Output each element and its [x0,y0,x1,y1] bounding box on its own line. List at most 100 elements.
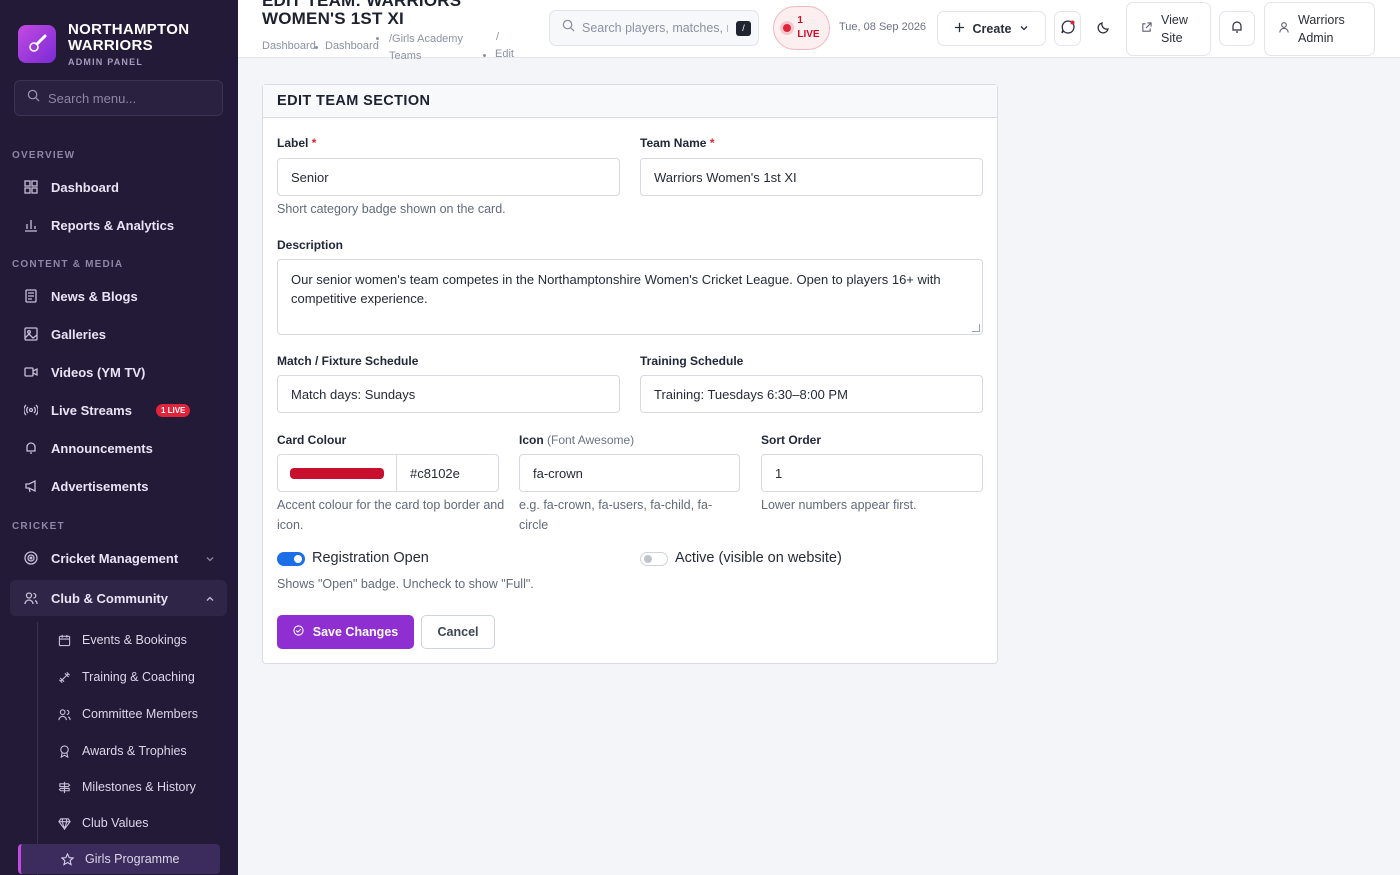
cancel-button[interactable]: Cancel [421,615,495,649]
view-site-button[interactable]: View Site [1126,2,1211,56]
section-label-content: CONTENT & MEDIA [12,259,124,270]
chat-icon [1060,19,1076,38]
save-changes-button[interactable]: Save Changes [277,615,414,649]
live-dot-icon [783,24,792,32]
breadcrumb-slash: / [496,31,500,43]
chat-button[interactable] [1054,11,1081,46]
sidebar-search-placeholder: Search menu... [48,90,137,106]
user-icon [1279,22,1289,36]
live-indicator-button[interactable]: 1 LIVE [773,6,830,50]
view-site-label: View Site [1161,13,1188,45]
award-icon [57,744,71,758]
sidebar-subitem-committee[interactable]: Committee Members [48,699,220,729]
global-search-input[interactable]: Search players, matches, r / [549,10,759,46]
search-icon [27,89,40,107]
broadcast-icon [24,403,38,417]
bell-icon [24,441,38,455]
icon-field-label: Icon (Font Awesome) [519,433,634,447]
dark-mode-toggle[interactable] [1090,11,1117,46]
sidebar-item-club-community[interactable]: Club & Community [10,580,227,616]
keyboard-shortcut-hint: / [736,20,751,36]
sidebar-item-live-streams[interactable]: Live Streams 1 LIVE [10,392,227,428]
sort-order-field-label: Sort Order [761,433,822,447]
icon-label-note: (Font Awesome) [547,433,635,447]
description-text: Our senior women's team competes in the … [291,272,941,306]
card-colour-picker[interactable] [277,454,397,492]
required-marker: * [311,136,317,150]
training-schedule-input[interactable]: Training: Tuesdays 6:30–8:00 PM [640,375,983,413]
notifications-button[interactable] [1219,11,1255,46]
breadcrumb-dashboard-2[interactable]: Dashboard [325,40,379,52]
sidebar-item-galleries[interactable]: Galleries [10,316,227,352]
sidebar-item-label: Cricket Management [51,550,179,566]
label-input[interactable]: Senior [277,158,620,196]
create-label: Create [972,21,1012,36]
global-search-placeholder: Search players, matches, r [582,21,728,35]
registration-help: Shows "Open" badge. Uncheck to show "Ful… [277,577,534,591]
bell-icon [1230,20,1244,37]
icon-help: e.g. fa-crown, fa-users, fa-child, fa-ci… [519,498,713,532]
page-title: EDIT TEAM: WARRIORS WOMEN'S 1ST XI [262,0,462,28]
card-colour-hex-input[interactable]: #c8102e [396,454,499,492]
team-name-field-label: Team Name * [640,136,715,150]
sidebar-item-reports[interactable]: Reports & Analytics [10,207,227,243]
label-text: Label [277,136,309,150]
sidebar-subitem-girls-programme[interactable]: Girls Programme [18,844,220,874]
sidebar-item-label: News & Blogs [51,288,138,304]
chevron-down-icon [1019,22,1029,36]
live-label: LIVE [797,29,820,40]
section-label-overview: OVERVIEW [12,150,76,161]
top-header: EDIT TEAM: WARRIORS WOMEN'S 1ST XI Dashb… [238,0,1400,62]
target-icon [24,551,38,565]
sidebar-subitem-label: Girls Programme [85,852,180,866]
sidebar-item-label: Videos (YM TV) [51,364,146,380]
sidebar-subitem-label: Milestones & History [82,780,196,794]
breadcrumb-dashboard[interactable]: Dashboard [262,40,316,52]
sidebar-item-cricket-management[interactable]: Cricket Management [10,540,227,576]
sidebar-item-advertisements[interactable]: Advertisements [10,468,227,504]
check-circle-icon [293,625,304,639]
breadcrumb-girls-academy-teams[interactable]: /Girls Academy Teams [389,31,485,65]
submenu-rail [37,622,38,875]
registration-open-label[interactable]: Registration Open [312,550,429,566]
live-count: 1 [797,15,803,26]
match-schedule-input[interactable]: Match days: Sundays [277,375,620,413]
plus-icon [954,22,965,36]
active-toggle[interactable] [640,552,668,566]
sidebar-item-news[interactable]: News & Blogs [10,278,227,314]
save-label: Save Changes [312,625,399,639]
breadcrumb-separator [376,37,379,40]
dumbbell-icon [57,670,71,684]
sidebar-subitem-values[interactable]: Club Values [48,808,220,838]
training-schedule-field-label: Training Schedule [640,354,744,368]
current-date: Tue, 08 Sep 2026 [839,21,927,33]
sidebar-item-videos[interactable]: Videos (YM TV) [10,354,227,390]
team-name-input[interactable]: Warriors Women's 1st XI [640,158,983,196]
sidebar-item-label: Dashboard [51,179,119,195]
brand-subtitle: ADMIN PANEL [68,56,144,67]
live-badge: 1 LIVE [155,403,191,417]
sidebar-subitem-events[interactable]: Events & Bookings [48,625,220,655]
sidebar-item-announcements[interactable]: Announcements [10,430,227,466]
sidebar-subitem-milestones[interactable]: Milestones & History [48,772,220,802]
active-label[interactable]: Active (visible on website) [675,550,842,566]
create-button[interactable]: Create [937,11,1046,46]
brand[interactable]: NORTHAMPTON WARRIORS ADMIN PANEL [0,0,238,72]
card-heading: EDIT TEAM SECTION [263,85,997,118]
sort-order-input[interactable]: 1 [761,454,983,492]
search-icon [562,19,575,37]
user-menu-button[interactable]: Warriors Admin [1264,2,1375,56]
dashboard-icon [24,180,38,194]
resize-handle[interactable] [972,324,980,332]
description-textarea[interactable]: Our senior women's team competes in the … [277,259,983,335]
registration-open-toggle[interactable] [277,552,305,566]
sidebar-subitem-training[interactable]: Training & Coaching [48,662,220,692]
external-link-icon [1141,22,1152,36]
sidebar-item-dashboard[interactable]: Dashboard [10,169,227,205]
gem-icon [57,816,71,830]
required-marker: * [709,136,715,150]
sidebar-search-input[interactable]: Search menu... [14,80,223,116]
section-label-cricket: CRICKET [12,521,65,532]
sidebar-subitem-awards[interactable]: Awards & Trophies [48,736,220,766]
icon-input[interactable]: fa-crown [519,454,740,492]
